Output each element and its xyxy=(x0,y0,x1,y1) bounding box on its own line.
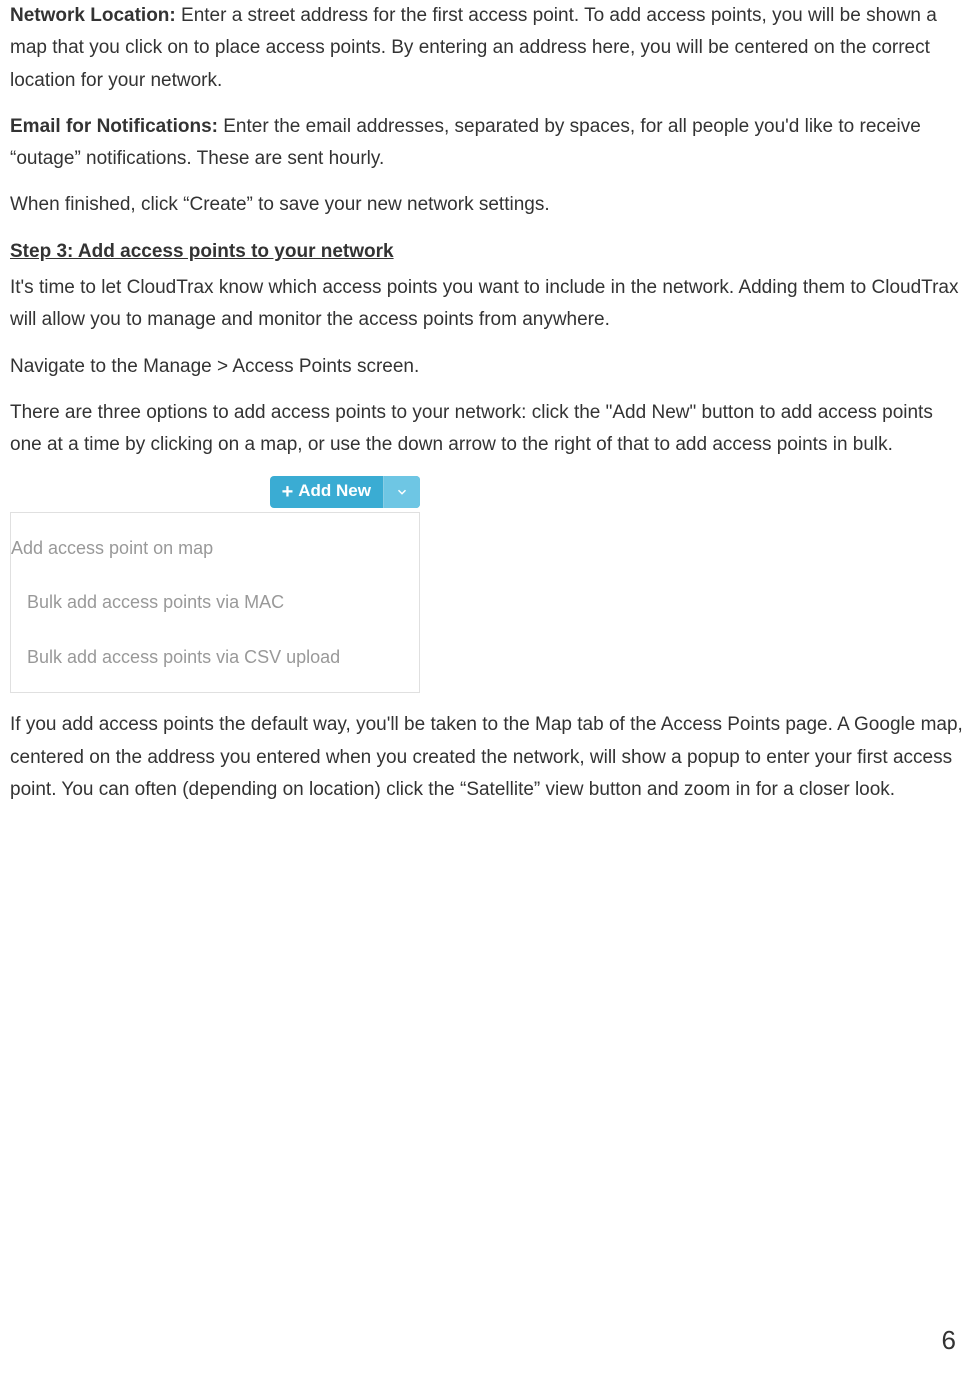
paragraph-network-location: Network Location: Enter a street address… xyxy=(10,0,964,97)
document-content: Network Location: Enter a street address… xyxy=(10,0,964,806)
chevron-down-icon xyxy=(395,485,409,499)
heading-step-3: Step 3: Add access points to your networ… xyxy=(10,236,964,268)
paragraph-cloudtrax-intro: It's time to let CloudTrax know which ac… xyxy=(10,272,964,337)
paragraph-default-way: If you add access points the default way… xyxy=(10,709,964,806)
add-new-main[interactable]: + Add New xyxy=(270,476,384,508)
add-new-label: Add New xyxy=(298,477,371,506)
dropdown-item-map[interactable]: Add access point on map xyxy=(7,521,419,576)
dropdown-header: + Add New xyxy=(10,476,420,508)
dropdown-item-mac[interactable]: Bulk add access points via MAC xyxy=(11,575,419,630)
paragraph-email-notifications: Email for Notifications: Enter the email… xyxy=(10,111,964,176)
dropdown-screenshot: + Add New Add access point on map Bulk a… xyxy=(10,476,420,694)
paragraph-three-options: There are three options to add access po… xyxy=(10,397,964,462)
add-new-caret[interactable] xyxy=(384,476,420,508)
paragraph-when-finished: When finished, click “Create” to save yo… xyxy=(10,189,964,221)
dropdown-menu: Add access point on map Bulk add access … xyxy=(10,512,420,694)
label-network-location: Network Location: xyxy=(10,5,181,26)
dropdown-item-csv[interactable]: Bulk add access points via CSV upload xyxy=(11,630,419,685)
page-number: 6 xyxy=(942,1325,956,1356)
paragraph-navigate: Navigate to the Manage > Access Points s… xyxy=(10,351,964,383)
plus-icon: + xyxy=(282,482,294,502)
label-email-notifications: Email for Notifications: xyxy=(10,116,223,137)
add-new-button[interactable]: + Add New xyxy=(270,476,420,508)
